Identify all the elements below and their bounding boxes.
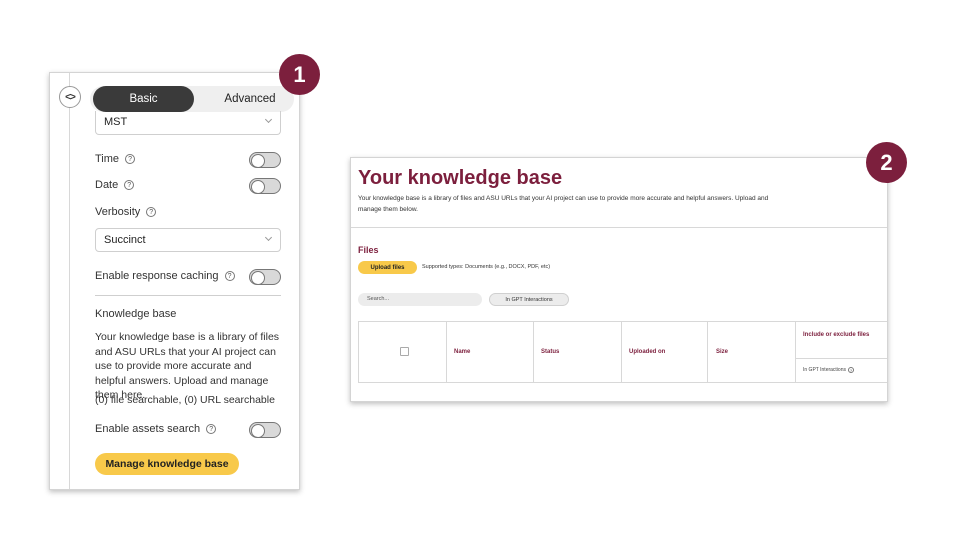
column-header-size[interactable]: Size: [716, 349, 728, 355]
kb-heading: Knowledge base: [95, 308, 177, 320]
help-icon[interactable]: ?: [125, 154, 136, 164]
time-label: Time: [95, 153, 120, 165]
timezone-value: MST: [104, 116, 128, 128]
step-badge-2: 2: [866, 142, 907, 183]
code-chevrons-icon[interactable]: <>: [59, 86, 81, 108]
verbosity-select[interactable]: Succinct: [95, 228, 281, 252]
include-subheader: In GPT Interactions ?: [803, 367, 854, 373]
tab-basic[interactable]: Basic: [93, 86, 194, 112]
timezone-select[interactable]: MST: [95, 111, 281, 135]
search-input[interactable]: Search...: [358, 293, 482, 306]
column-divider: [533, 322, 534, 382]
upload-files-button[interactable]: Upload files: [358, 261, 417, 274]
manage-knowledge-base-button[interactable]: Manage knowledge base: [95, 453, 239, 475]
verbosity-row: Verbosity ?: [95, 206, 157, 218]
files-table: Name Status Uploaded on Size Include or …: [358, 321, 887, 383]
caching-row: Enable response caching ?: [95, 270, 235, 282]
column-header-uploaded[interactable]: Uploaded on: [629, 349, 665, 355]
column-divider: [707, 322, 708, 382]
knowledge-base-page: Your knowledge base Your knowledge base …: [350, 157, 888, 402]
supported-types: Supported types: Documents (e.g., DOCX, …: [422, 264, 551, 270]
assets-row: Enable assets search ?: [95, 423, 217, 435]
column-header-include: Include or exclude files: [803, 332, 870, 338]
divider: [95, 295, 281, 296]
help-icon[interactable]: ?: [124, 180, 135, 190]
help-icon[interactable]: ?: [206, 424, 217, 434]
column-header-status[interactable]: Status: [541, 349, 559, 355]
date-toggle[interactable]: [249, 178, 281, 194]
divider: [351, 227, 887, 228]
tab-advanced[interactable]: Advanced: [208, 86, 292, 112]
caching-toggle[interactable]: [249, 269, 281, 285]
select-all-checkbox[interactable]: [400, 347, 409, 356]
help-icon[interactable]: ?: [224, 271, 235, 281]
settings-panel: <> Basic Advanced MST Time ? Date ? Verb…: [49, 72, 300, 490]
date-label: Date: [95, 179, 119, 191]
column-divider: [621, 322, 622, 382]
chevron-down-icon: [264, 115, 273, 124]
gpt-interactions-filter[interactable]: In GPT Interactions: [489, 293, 569, 306]
column-divider: [446, 322, 447, 382]
step-badge-1: 1: [279, 54, 320, 95]
time-row: Time ?: [95, 153, 136, 165]
time-toggle[interactable]: [249, 152, 281, 168]
panel-divider: [69, 73, 70, 489]
files-heading: Files: [358, 245, 379, 255]
help-icon[interactable]: ?: [847, 367, 854, 373]
column-divider: [795, 322, 796, 382]
verbosity-value: Succinct: [104, 234, 146, 246]
divider: [795, 358, 887, 359]
column-header-name[interactable]: Name: [454, 349, 470, 355]
caching-label: Enable response caching: [95, 270, 219, 282]
verbosity-label: Verbosity: [95, 206, 141, 218]
page-title: Your knowledge base: [358, 167, 563, 189]
chevron-down-icon: [264, 233, 273, 242]
kb-description: Your knowledge base is a library of file…: [95, 331, 280, 401]
mode-tabs: Basic Advanced: [90, 86, 294, 112]
kb-count: (0) file searchable, (0) URL searchable: [95, 394, 275, 406]
include-subheader-label: In GPT Interactions: [803, 367, 846, 373]
assets-label: Enable assets search: [95, 423, 201, 435]
assets-toggle[interactable]: [249, 422, 281, 438]
help-icon[interactable]: ?: [146, 207, 157, 217]
page-description: Your knowledge base is a library of file…: [358, 195, 769, 213]
date-row: Date ?: [95, 179, 135, 191]
